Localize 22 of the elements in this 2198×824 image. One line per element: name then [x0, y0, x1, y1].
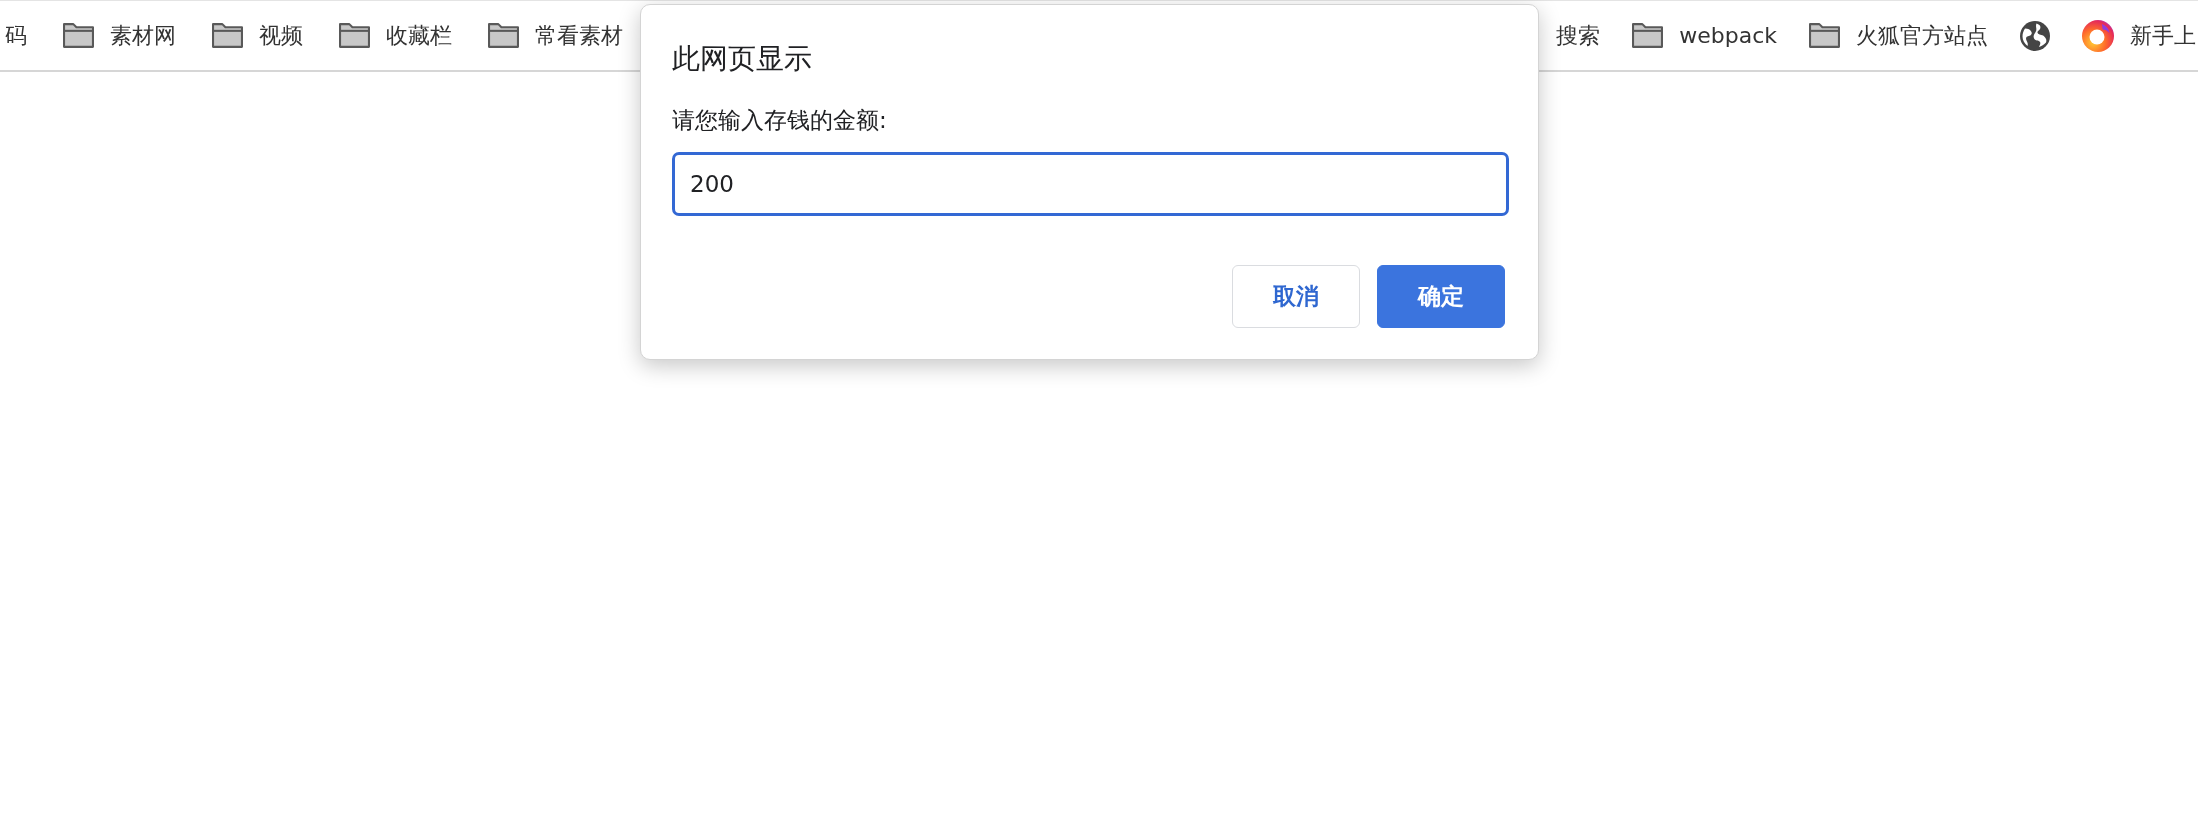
folder-icon: [488, 23, 519, 48]
globe-icon[interactable]: [2020, 20, 2050, 51]
confirm-button[interactable]: 确定: [1377, 265, 1505, 328]
swirl-logo-icon: [2082, 19, 2114, 52]
dialog-message: 请您输入存钱的金额:: [672, 106, 888, 135]
folder-icon: [339, 23, 370, 48]
bookmark-link[interactable]: 素材网: [63, 20, 176, 51]
bookmark-link[interactable]: 码: [5, 20, 27, 51]
folder-icon: [63, 23, 94, 48]
bookmark-link[interactable]: 视频: [212, 20, 303, 51]
folder-icon: [1632, 23, 1664, 48]
cancel-button[interactable]: 取消: [1232, 265, 1360, 328]
folder-icon: [212, 23, 243, 48]
bookmark-link[interactable]: 火狐官方站点: [1809, 20, 1988, 51]
input-field[interactable]: 200: [672, 152, 1509, 216]
folder-icon: [1809, 23, 1840, 48]
bookmark-link[interactable]: 收藏栏: [339, 20, 452, 51]
bookmark-link[interactable]: webpack: [1632, 20, 1777, 51]
dialog-title: 此网页显示: [672, 41, 813, 77]
bookmark-link[interactable]: 常看素材: [488, 20, 623, 51]
bookmark-link[interactable]: 搜索: [1556, 20, 1601, 51]
bookmark-link[interactable]: 新手上: [2082, 19, 2196, 52]
